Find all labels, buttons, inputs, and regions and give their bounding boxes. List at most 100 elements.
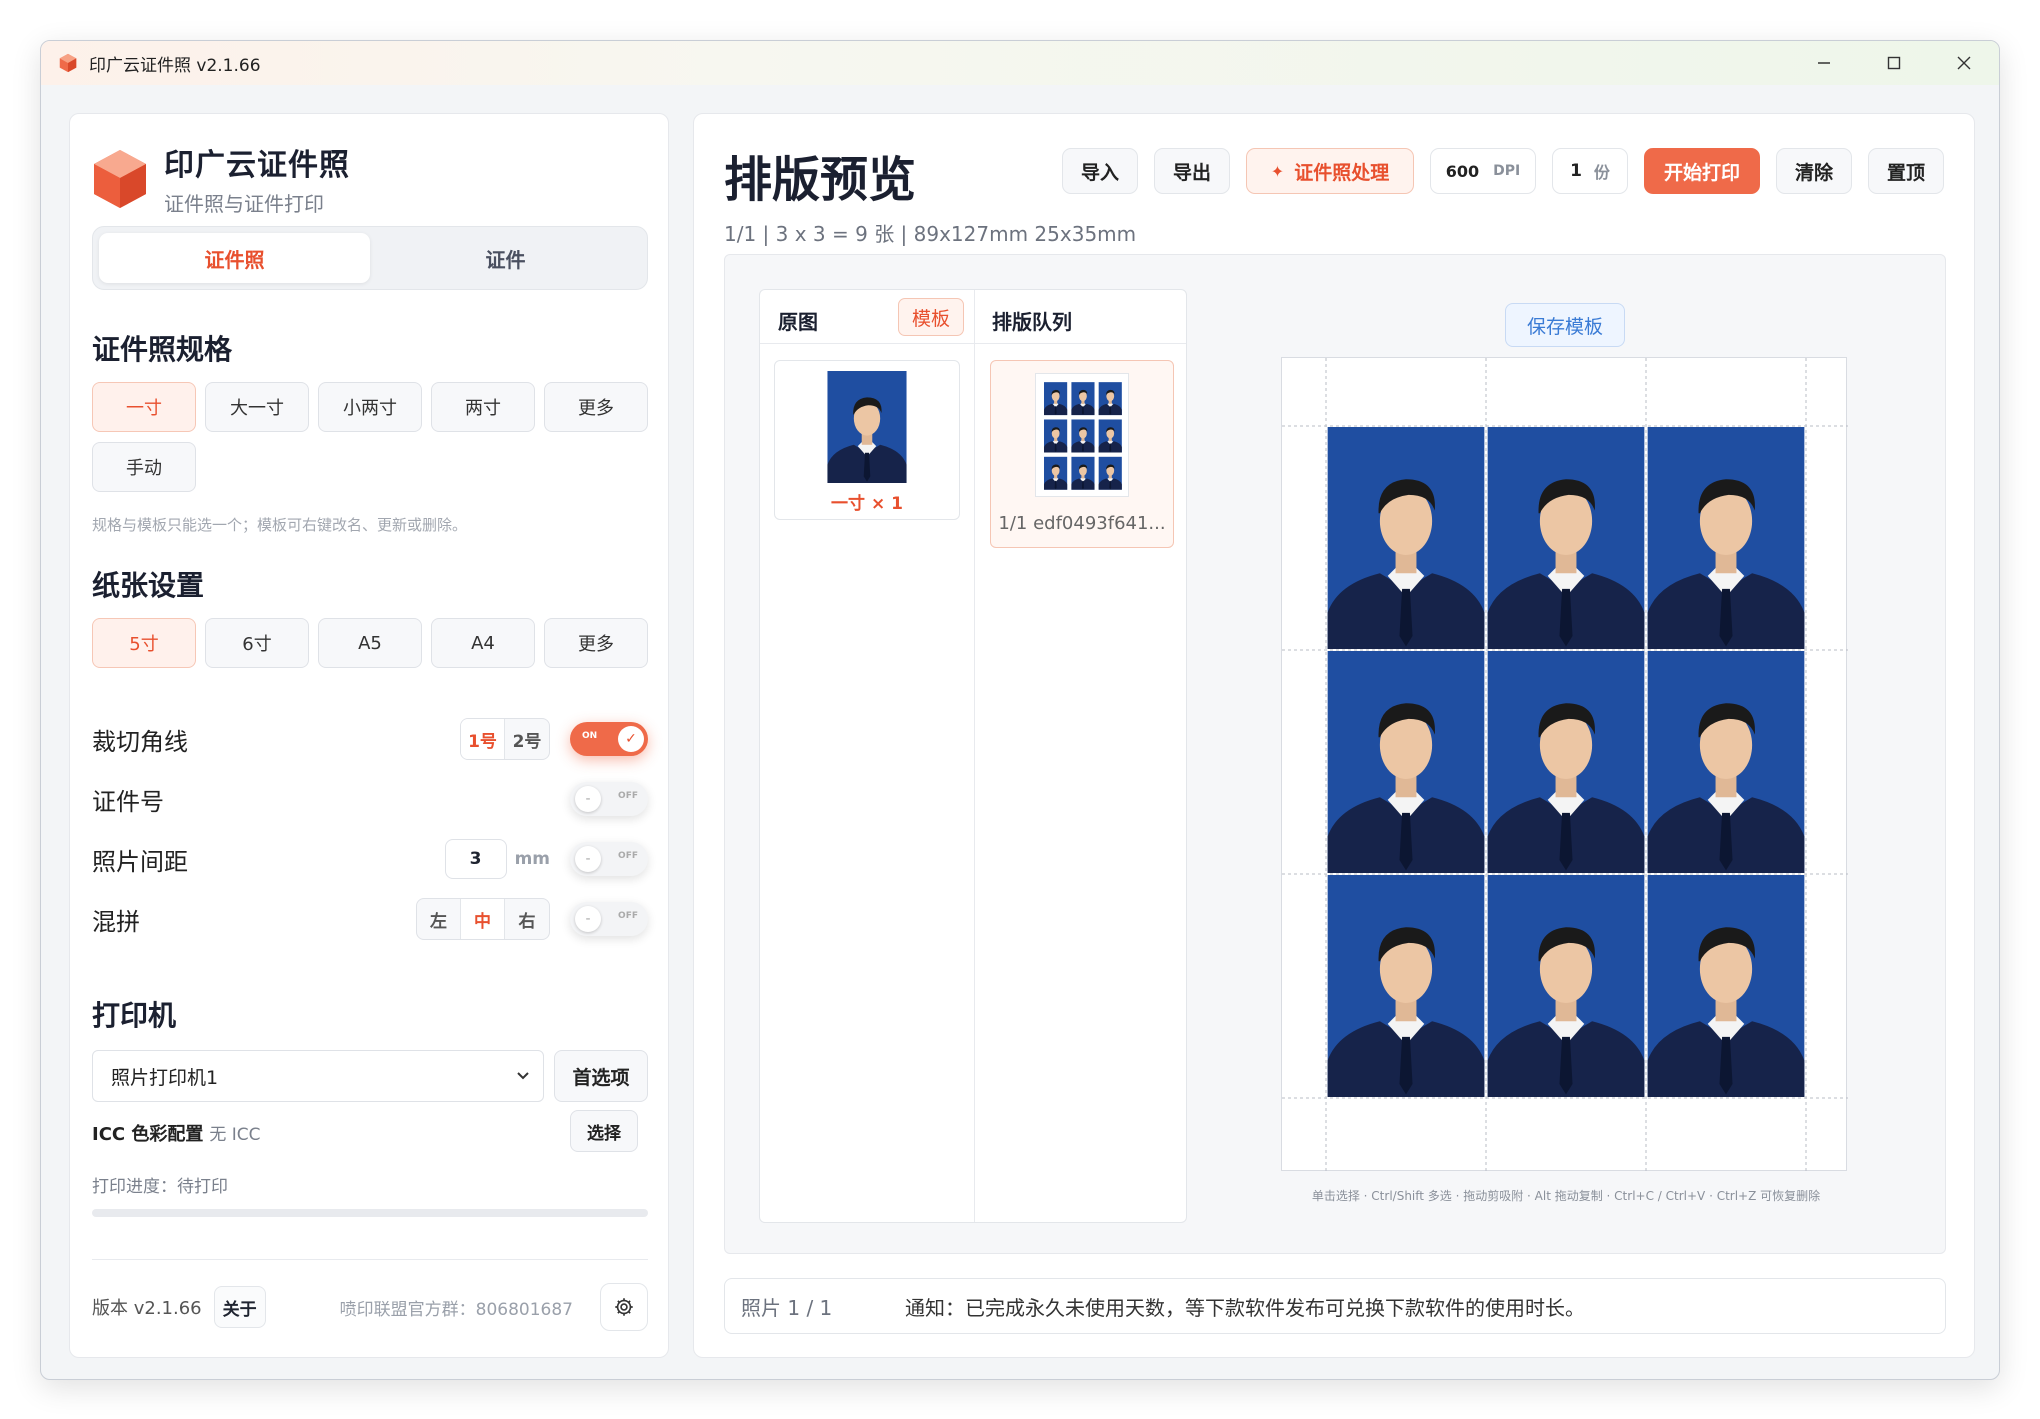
spec-option[interactable]: 更多 (544, 382, 648, 432)
clear-button[interactable]: 清除 (1776, 148, 1852, 194)
toggle-off-text: OFF (618, 791, 638, 801)
photo-process-button[interactable]: ✦ 证件照处理 (1246, 148, 1414, 194)
toggle-knob: - (575, 906, 601, 932)
print-paper-preview (1281, 357, 1848, 1172)
layout-photo[interactable] (1327, 427, 1485, 649)
layout-photo[interactable] (1487, 651, 1645, 873)
chevron-down-icon (517, 1072, 529, 1080)
layout-photo[interactable] (1098, 456, 1122, 490)
layout-photo[interactable] (1044, 456, 1068, 490)
paper-option[interactable]: A4 (431, 618, 535, 668)
paper-layout-grid (1282, 358, 1848, 1172)
icc-profile: ICC 色彩配置无 ICC (92, 1120, 261, 1146)
crop-style-2[interactable]: 2号 (505, 719, 549, 759)
toggle-on-text: ON (582, 731, 598, 741)
layout-photo[interactable] (1647, 427, 1805, 649)
brand-subtitle: 证件照与证件打印 (164, 192, 324, 216)
layout-photo[interactable] (1327, 651, 1485, 873)
layout-photo[interactable] (1098, 382, 1122, 416)
settings-sidebar: 印广云证件照 证件照与证件打印 证件照 证件 证件照规格 一寸 大一寸 小两寸 … (69, 113, 669, 1358)
tab-id-card[interactable]: 证件 (370, 233, 641, 283)
toolbar: 导入 导出 ✦ 证件照处理 600 DPI 1份 开始打印 清除 置顶 (694, 148, 1974, 194)
id-photo-thumbnail (827, 371, 907, 483)
tab-id-photo[interactable]: 证件照 (99, 233, 370, 283)
spec-option[interactable]: 小两寸 (318, 382, 422, 432)
layout-photo[interactable] (1071, 382, 1095, 416)
id-number-toggle[interactable]: - OFF (570, 782, 648, 816)
paper-option[interactable]: 6寸 (205, 618, 309, 668)
icc-value: 无 ICC (209, 1125, 261, 1145)
settings-button[interactable] (600, 1283, 648, 1331)
gear-icon (615, 1298, 633, 1316)
maximize-icon (1887, 56, 1901, 70)
layout-photo[interactable] (1647, 651, 1805, 873)
pin-on-top-button[interactable]: 置顶 (1868, 148, 1944, 194)
dpi-input[interactable]: 600 DPI (1430, 148, 1536, 194)
spec-option[interactable]: 两寸 (431, 382, 535, 432)
import-button[interactable]: 导入 (1062, 148, 1138, 194)
printer-preferences-button[interactable]: 首选项 (554, 1050, 648, 1102)
spec-option[interactable]: 一寸 (92, 382, 196, 432)
mix-label: 混拼 (92, 907, 140, 936)
copies-value: 1 (1570, 161, 1582, 181)
layout-photo[interactable] (1327, 875, 1485, 1097)
layout-photo[interactable] (1487, 875, 1645, 1097)
layout-summary: 1/1 | 3 x 3 = 9 张 | 89x127mm 25x35mm (724, 222, 1137, 246)
app-logo-icon (59, 53, 77, 73)
photo-gap-toggle[interactable]: - OFF (570, 842, 648, 876)
layout-photo[interactable] (1071, 456, 1095, 490)
paper-option[interactable]: A5 (318, 618, 422, 668)
paper-option[interactable]: 更多 (544, 618, 648, 668)
mix-toggle[interactable]: - OFF (570, 902, 648, 936)
mix-align-center[interactable]: 中 (461, 899, 505, 939)
layout-photo[interactable] (1044, 382, 1068, 416)
crop-style-1[interactable]: 1号 (461, 719, 505, 759)
photo-lists: 原图 模板 排版队列 一寸 × 1 1/1 edf0493f641... (759, 289, 1187, 1223)
close-button[interactable] (1929, 41, 1999, 85)
spec-option[interactable]: 大一寸 (205, 382, 309, 432)
crop-lines-toggle[interactable]: ON ✓ (570, 722, 648, 756)
layout-photo[interactable] (1487, 427, 1645, 649)
save-template-button[interactable]: 保存模板 (1505, 303, 1625, 347)
layout-photo[interactable] (1098, 419, 1122, 453)
brand-name: 印广云证件照 (164, 148, 350, 183)
spec-option[interactable]: 手动 (92, 442, 196, 492)
status-bar: 照片 1 / 1 通知：已完成永久未使用天数，等下款软件发布可兑换下款软件的使用… (724, 1278, 1946, 1334)
layout-photo[interactable] (1044, 419, 1068, 453)
minimize-button[interactable] (1789, 41, 1859, 85)
window-title: 印广云证件照 v2.1.66 (89, 55, 261, 76)
queue-item-caption: 1/1 edf0493f641... (998, 513, 1166, 534)
column-separator (974, 290, 975, 1222)
minimize-icon (1818, 62, 1830, 64)
start-print-button[interactable]: 开始打印 (1644, 148, 1760, 194)
icc-select-button[interactable]: 选择 (570, 1110, 638, 1152)
photo-gap-input[interactable]: 3 (444, 839, 507, 879)
photo-gap-unit: mm (514, 849, 550, 869)
app-window: 印广云证件照 v2.1.66 印广云证件照 证件照与证件打印 证件照 证件 证件… (40, 40, 2000, 1380)
printer-select[interactable]: 照片打印机1 (92, 1050, 544, 1102)
toggle-off-text: OFF (618, 851, 638, 861)
printer-select-value: 照片打印机1 (111, 1066, 219, 1089)
notice-text: 通知：已完成永久未使用天数，等下款软件发布可兑换下款软件的使用时长。 (905, 1295, 1585, 1320)
copies-input[interactable]: 1份 (1552, 148, 1628, 194)
layout-photo[interactable] (1071, 419, 1095, 453)
photo-gap-label: 照片间距 (92, 847, 188, 876)
preview-canvas-area: 原图 模板 排版队列 一寸 × 1 1/1 edf0493f641... 保存模… (724, 254, 1946, 1254)
about-button[interactable]: 关于 (213, 1286, 266, 1328)
mix-align-left[interactable]: 左 (417, 899, 461, 939)
maximize-button[interactable] (1859, 41, 1929, 85)
crop-lines-label: 裁切角线 (92, 727, 188, 756)
version-text: 版本 v2.1.66 (92, 1298, 202, 1319)
title-bar: 印广云证件照 v2.1.66 (41, 41, 1999, 85)
crop-style-picker: 1号 2号 (460, 718, 550, 760)
paper-option[interactable]: 5寸 (92, 618, 196, 668)
layout-photo[interactable] (1647, 875, 1805, 1097)
queue-item-card[interactable]: 1/1 edf0493f641... (990, 360, 1174, 548)
template-button[interactable]: 模板 (898, 298, 964, 336)
mix-row: 混拼 左 中 右 - OFF (92, 894, 648, 944)
brand-logo-icon (94, 149, 146, 208)
export-button[interactable]: 导出 (1154, 148, 1230, 194)
mix-align-right[interactable]: 右 (505, 899, 549, 939)
source-photo-card[interactable]: 一寸 × 1 (774, 360, 960, 520)
source-photo-caption: 一寸 × 1 (831, 494, 903, 514)
